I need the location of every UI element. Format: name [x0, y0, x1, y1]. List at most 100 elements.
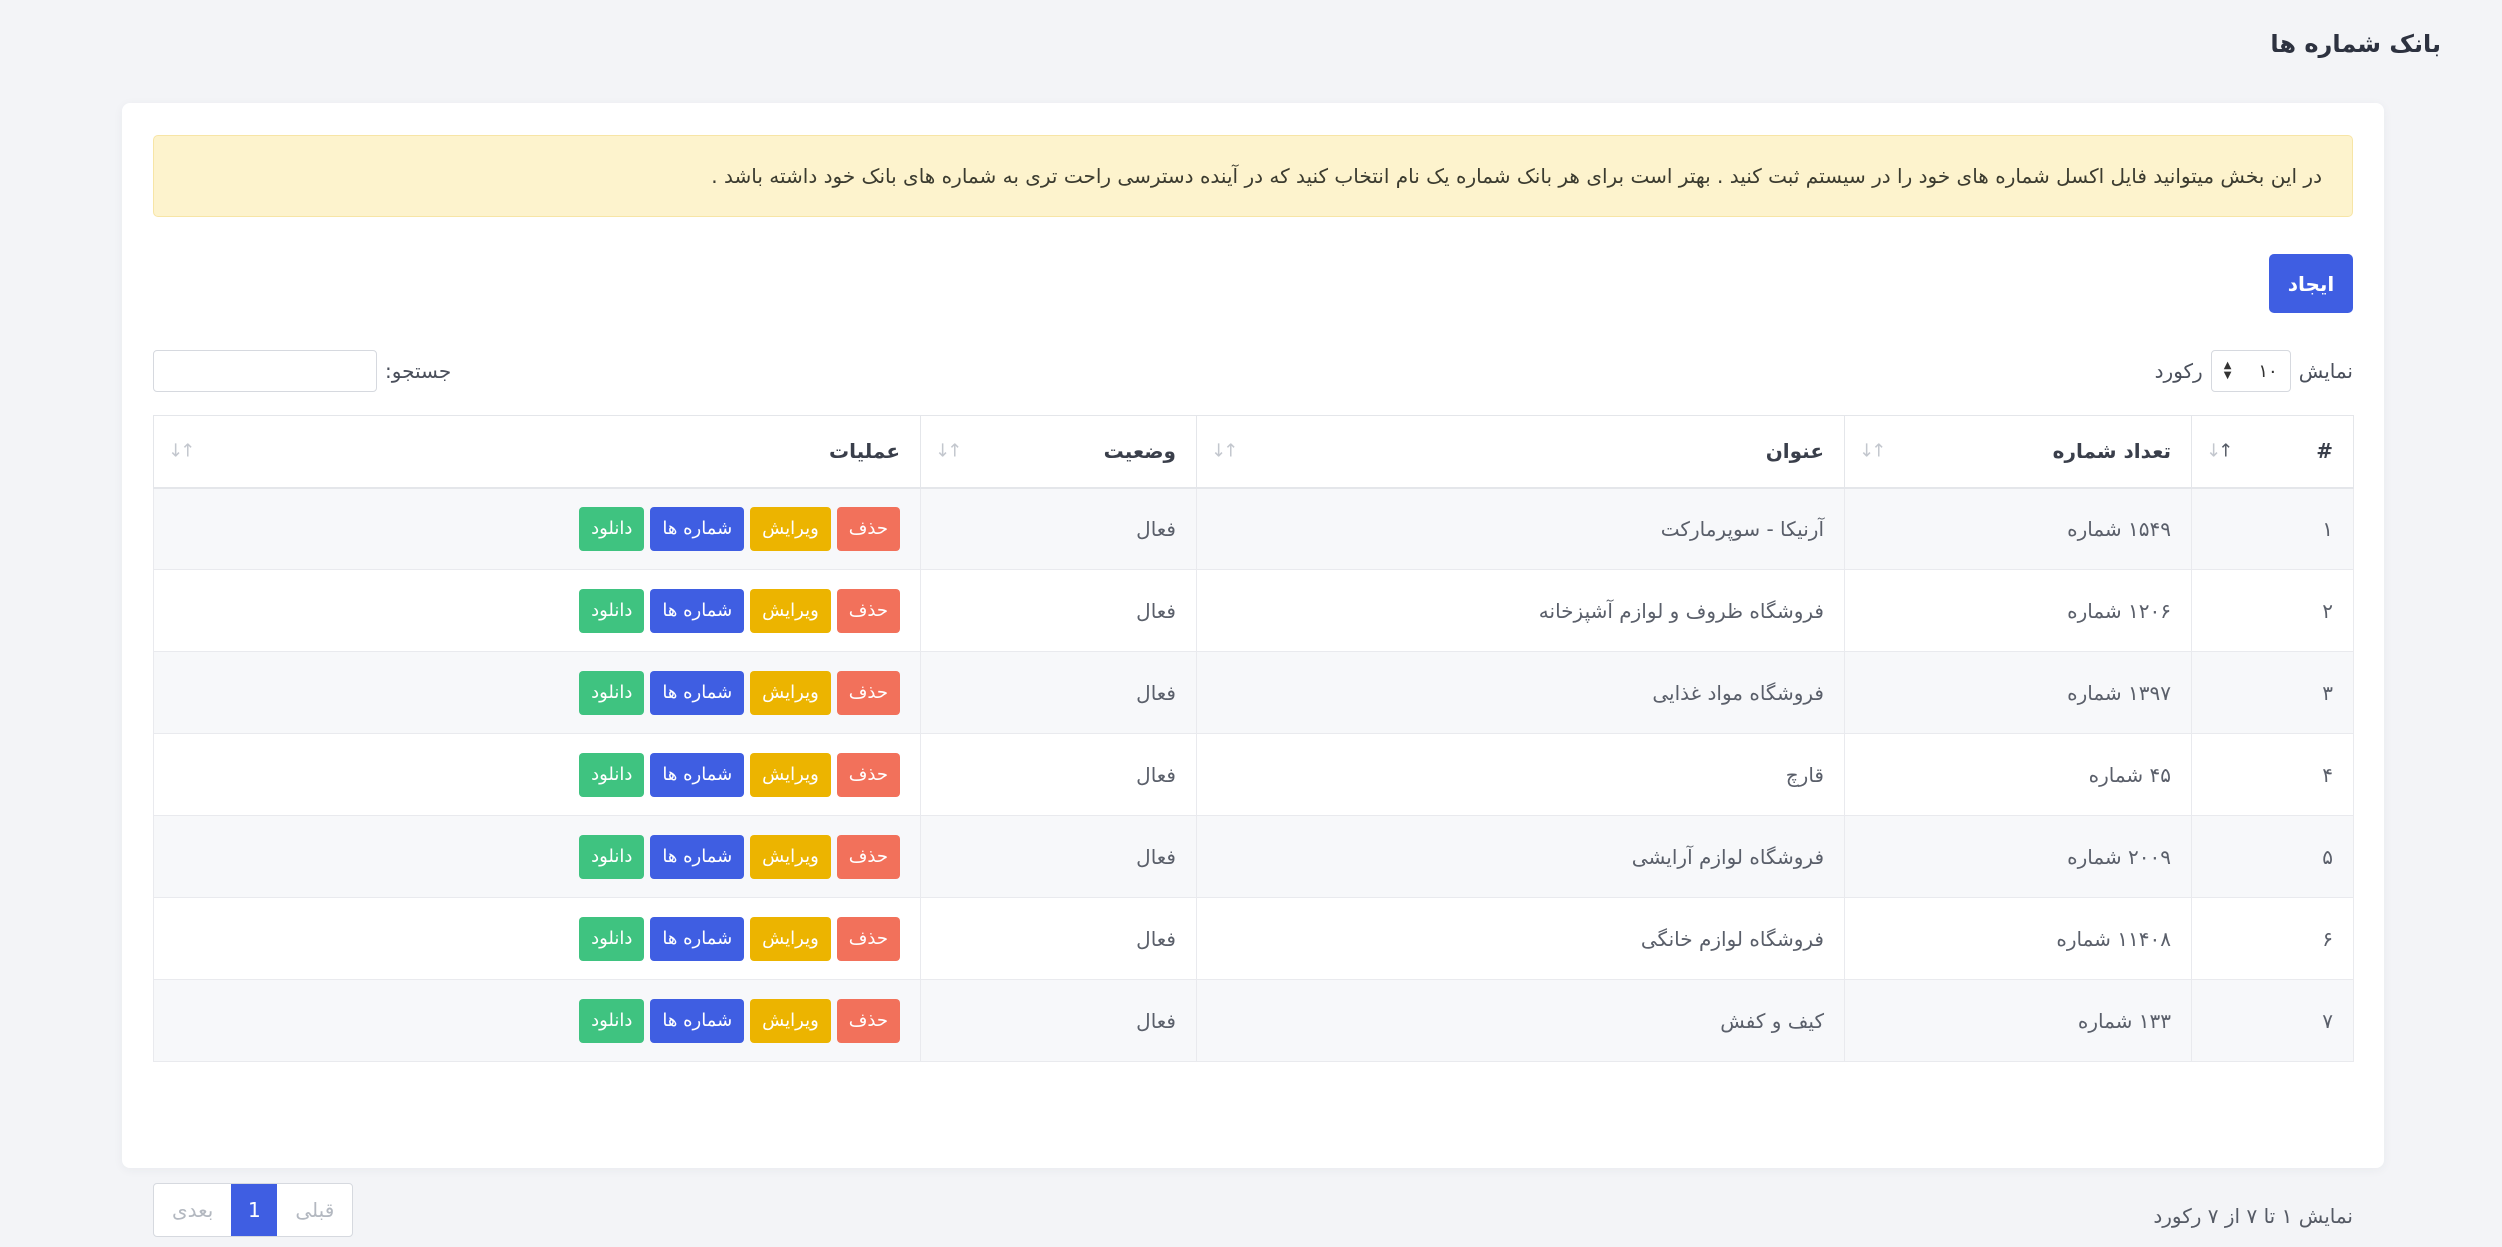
pagination: قبلی 1 بعدی [153, 1183, 354, 1237]
create-button[interactable]: ایجاد [2269, 254, 2353, 313]
numbers-button[interactable]: شماره ها [650, 998, 745, 1043]
delete-button[interactable]: حذف [836, 506, 900, 551]
row-title: فروشگاه مواد غذایی [1196, 651, 1845, 734]
row-title: قارچ [1196, 733, 1845, 816]
numbers-button[interactable]: شماره ها [650, 834, 745, 879]
column-header-status[interactable]: وضعیت ↑↓ [920, 415, 1197, 489]
row-title: آرنیکا - سوپرمارکت [1196, 487, 1845, 570]
row-index: ۲ [2191, 569, 2354, 652]
table-row: ۷ ۱۳۳ شماره کیف و کفش فعال حذف ویرایش شم… [153, 979, 2354, 1062]
sort-arrows-icon: ↑↓ [2206, 440, 2233, 462]
delete-button[interactable]: حذف [836, 916, 900, 961]
column-header-index[interactable]: # ↑↓ [2191, 415, 2354, 489]
numbers-button[interactable]: شماره ها [650, 506, 745, 551]
table-row: ۲ ۱۲۰۶ شماره فروشگاه ظروف و لوازم آشپزخا… [153, 569, 2354, 652]
row-count: ۱۱۴۰۸ شماره [1844, 897, 2192, 980]
page-title: بانک شماره ها [2270, 30, 2441, 58]
numbers-button[interactable]: شماره ها [650, 752, 745, 797]
row-count: ۱۳۹۷ شماره [1844, 651, 2192, 734]
row-index: ۵ [2191, 815, 2354, 898]
page-length-select[interactable]: ۱۰ ▲ ▼ [2210, 350, 2291, 392]
page-length-control: نمایش ۱۰ ▲ ▼ رکورد [2155, 350, 2353, 392]
length-records-label: رکورد [2154, 359, 2203, 383]
download-button[interactable]: دانلود [579, 670, 645, 715]
sort-arrows-icon: ↑↓ [1211, 440, 1238, 462]
number-banks-table: # ↑↓ تعداد شماره ↑↓ عنوان ↑↓ وضعیت ↑↓ عم… [153, 415, 2354, 1062]
row-operations: حذف ویرایش شماره ها دانلود [153, 733, 921, 816]
numbers-button[interactable]: شماره ها [650, 588, 745, 633]
column-header-operations[interactable]: عملیات ↑↓ [153, 415, 921, 489]
row-operations: حذف ویرایش شماره ها دانلود [153, 815, 921, 898]
row-count: ۱۵۴۹ شماره [1844, 487, 2192, 570]
edit-button[interactable]: ویرایش [750, 752, 831, 797]
search-label: جستجو: [385, 359, 452, 383]
table-row: ۱ ۱۵۴۹ شماره آرنیکا - سوپرمارکت فعال حذف… [153, 487, 2354, 570]
length-show-label: نمایش [2298, 359, 2353, 383]
pagination-page-1[interactable]: 1 [231, 1184, 278, 1236]
column-header-count[interactable]: تعداد شماره ↑↓ [1844, 415, 2192, 489]
sort-arrows-icon: ↑↓ [1859, 440, 1886, 462]
row-status: فعال [920, 979, 1197, 1062]
row-status: فعال [920, 569, 1197, 652]
row-operations: حذف ویرایش شماره ها دانلود [153, 979, 921, 1062]
row-title: فروشگاه ظروف و لوازم آشپزخانه [1196, 569, 1845, 652]
select-arrows-icon: ▲ ▼ [2223, 360, 2232, 381]
content-card: در این بخش میتوانید فایل اکسل شماره های … [122, 103, 2384, 1237]
page-length-value: ۱۰ [2258, 360, 2278, 382]
delete-button[interactable]: حذف [836, 670, 900, 715]
download-button[interactable]: دانلود [579, 998, 645, 1043]
row-title: کیف و کفش [1196, 979, 1845, 1062]
row-index: ۱ [2191, 487, 2354, 570]
numbers-button[interactable]: شماره ها [650, 916, 745, 961]
table-row: ۳ ۱۳۹۷ شماره فروشگاه مواد غذایی فعال حذف… [153, 651, 2354, 734]
table-row: ۵ ۲۰۰۹ شماره فروشگاه لوازم آرایشی فعال ح… [153, 815, 2354, 898]
row-index: ۶ [2191, 897, 2354, 980]
table-row: ۴ ۴۵ شماره قارچ فعال حذف ویرایش شماره ها… [153, 733, 2354, 816]
numbers-button[interactable]: شماره ها [650, 670, 745, 715]
search-input[interactable] [153, 350, 377, 392]
pagination-previous[interactable]: قبلی [277, 1184, 352, 1236]
search-control: جستجو: [153, 350, 451, 392]
row-status: فعال [920, 815, 1197, 898]
edit-button[interactable]: ویرایش [750, 998, 831, 1043]
delete-button[interactable]: حذف [836, 588, 900, 633]
row-count: ۱۲۰۶ شماره [1844, 569, 2192, 652]
delete-button[interactable]: حذف [836, 998, 900, 1043]
download-button[interactable]: دانلود [579, 916, 645, 961]
row-status: فعال [920, 487, 1197, 570]
edit-button[interactable]: ویرایش [750, 834, 831, 879]
row-index: ۳ [2191, 651, 2354, 734]
edit-button[interactable]: ویرایش [750, 916, 831, 961]
row-status: فعال [920, 651, 1197, 734]
pagination-next[interactable]: بعدی [154, 1184, 231, 1236]
download-button[interactable]: دانلود [579, 588, 645, 633]
info-alert: در این بخش میتوانید فایل اکسل شماره های … [153, 135, 2353, 217]
download-button[interactable]: دانلود [579, 506, 645, 551]
edit-button[interactable]: ویرایش [750, 588, 831, 633]
row-status: فعال [920, 733, 1197, 816]
download-button[interactable]: دانلود [579, 834, 645, 879]
column-header-title[interactable]: عنوان ↑↓ [1196, 415, 1845, 489]
row-title: فروشگاه لوازم خانگی [1196, 897, 1845, 980]
row-count: ۴۵ شماره [1844, 733, 2192, 816]
row-index: ۴ [2191, 733, 2354, 816]
row-title: فروشگاه لوازم آرایشی [1196, 815, 1845, 898]
sort-arrows-icon: ↑↓ [935, 440, 962, 462]
row-index: ۷ [2191, 979, 2354, 1062]
row-operations: حذف ویرایش شماره ها دانلود [153, 651, 921, 734]
row-operations: حذف ویرایش شماره ها دانلود [153, 897, 921, 980]
sort-arrows-icon: ↑↓ [168, 440, 195, 462]
edit-button[interactable]: ویرایش [750, 506, 831, 551]
table-info: نمایش ۱ تا ۷ از ۷ رکورد [2153, 1204, 2353, 1228]
download-button[interactable]: دانلود [579, 752, 645, 797]
row-count: ۱۳۳ شماره [1844, 979, 2192, 1062]
row-operations: حذف ویرایش شماره ها دانلود [153, 487, 921, 570]
edit-button[interactable]: ویرایش [750, 670, 831, 715]
delete-button[interactable]: حذف [836, 834, 900, 879]
table-row: ۶ ۱۱۴۰۸ شماره فروشگاه لوازم خانگی فعال ح… [153, 897, 2354, 980]
row-count: ۲۰۰۹ شماره [1844, 815, 2192, 898]
delete-button[interactable]: حذف [836, 752, 900, 797]
table-header-row: # ↑↓ تعداد شماره ↑↓ عنوان ↑↓ وضعیت ↑↓ عم… [153, 415, 2354, 489]
row-status: فعال [920, 897, 1197, 980]
info-alert-text: در این بخش میتوانید فایل اکسل شماره های … [711, 164, 2322, 188]
